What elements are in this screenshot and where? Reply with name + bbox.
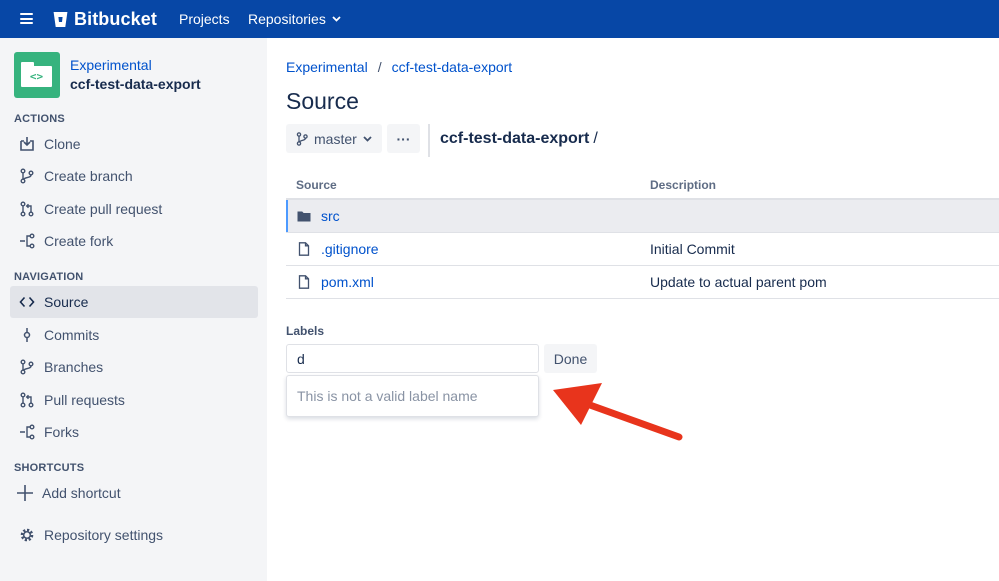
sidebar-item-label: Create fork [44,233,114,249]
sidebar-item-source[interactable]: Source [10,286,258,318]
sidebar-item-branches[interactable]: Branches [10,351,258,383]
sidebar-item-label: Repository settings [44,527,164,543]
sidebar-item-repository-settings[interactable]: Repository settings [10,519,258,551]
table-row[interactable]: .gitignore Initial Commit [286,233,999,266]
bitbucket-logo[interactable]: Bitbucket [53,9,157,30]
branch-icon [296,131,308,146]
fork-icon [19,233,35,249]
repo-name[interactable]: ccf-test-data-export [70,75,201,94]
top-navigation-bar: Bitbucket Projects Repositories [0,0,999,38]
label-input[interactable] [286,344,539,373]
file-icon [298,242,310,256]
table-row[interactable]: pom.xml Update to actual parent pom [286,266,999,299]
sidebar: <> Experimental ccf-test-data-export ACT… [0,38,267,581]
branch-icon [19,168,35,184]
branch-selector[interactable]: master [286,124,382,153]
sidebar-item-label: Branches [44,359,104,375]
column-header-source[interactable]: Source [286,178,650,192]
menu-icon[interactable] [20,13,33,24]
annotation-arrow-icon [553,383,683,441]
file-name[interactable]: src [321,208,340,224]
pull-request-icon [19,392,35,408]
commit-icon [19,327,35,343]
sidebar-item-create-fork[interactable]: Create fork [10,225,258,257]
section-title-shortcuts: SHORTCUTS [14,462,85,474]
chevron-down-icon [332,16,341,22]
nav-repositories[interactable]: Repositories [248,11,341,27]
more-actions-button[interactable]: ··· [387,124,420,153]
path-repo-name[interactable]: ccf-test-data-export [440,130,589,147]
sidebar-item-create-pull-request[interactable]: Create pull request [10,193,258,225]
repo-header: <> Experimental ccf-test-data-export [14,52,201,98]
file-name[interactable]: pom.xml [321,274,374,290]
sidebar-item-forks[interactable]: Forks [10,416,258,448]
sidebar-item-create-branch[interactable]: Create branch [10,160,258,192]
add-shortcut-button[interactable]: Add shortcut [10,477,258,509]
brand-name: Bitbucket [74,9,157,29]
sidebar-item-label: Clone [44,136,81,152]
main-content: Experimental / ccf-test-data-export Sour… [286,38,999,581]
plus-icon [16,484,34,502]
done-button[interactable]: Done [544,344,597,373]
sidebar-item-label: Create branch [44,168,133,184]
breadcrumb-project[interactable]: Experimental [286,59,368,75]
nav-projects[interactable]: Projects [179,11,230,27]
code-icon [19,294,35,310]
file-description: Initial Commit [650,241,735,257]
breadcrumb-separator: / [377,59,382,75]
sidebar-item-label: Source [44,294,89,310]
branch-name: master [314,130,357,147]
pull-request-icon [19,201,35,217]
sidebar-item-label: Commits [44,327,100,343]
sidebar-item-label: Add shortcut [42,485,121,501]
table-header: Source Description [286,172,999,200]
column-header-description: Description [650,178,717,192]
table-row[interactable]: src [286,200,999,233]
gear-icon [19,527,35,543]
chevron-down-icon [363,135,372,142]
divider [428,124,430,157]
code-folder-icon: <> [21,66,52,87]
path-separator: / [593,130,598,147]
file-icon [298,275,310,289]
sidebar-item-pull-requests[interactable]: Pull requests [10,384,258,416]
branch-icon [19,359,35,375]
nav-repositories-label: Repositories [248,11,326,27]
file-description: Update to actual parent pom [650,274,827,290]
source-table: Source Description src .gitignore Initia… [286,172,999,299]
repo-avatar[interactable]: <> [14,52,60,98]
file-name[interactable]: .gitignore [321,241,379,257]
sidebar-item-label: Forks [44,424,79,440]
bitbucket-icon [53,12,68,27]
section-title-navigation: NAVIGATION [14,271,84,283]
repo-project-link[interactable]: Experimental [70,56,201,75]
sidebar-item-label: Pull requests [44,392,125,408]
section-title-actions: ACTIONS [14,113,65,125]
current-path: ccf-test-data-export / [440,130,598,148]
page-title: Source [286,88,359,114]
clone-icon [19,136,35,152]
breadcrumb: Experimental / ccf-test-data-export [286,59,512,75]
folder-icon [297,211,311,222]
sidebar-item-label: Create pull request [44,201,163,217]
labels-title: Labels [286,324,325,338]
sidebar-item-clone[interactable]: Clone [10,128,258,160]
fork-icon [19,424,35,440]
breadcrumb-repo[interactable]: ccf-test-data-export [392,59,513,75]
label-error-message: This is not a valid label name [286,375,539,417]
sidebar-item-commits[interactable]: Commits [10,319,258,351]
